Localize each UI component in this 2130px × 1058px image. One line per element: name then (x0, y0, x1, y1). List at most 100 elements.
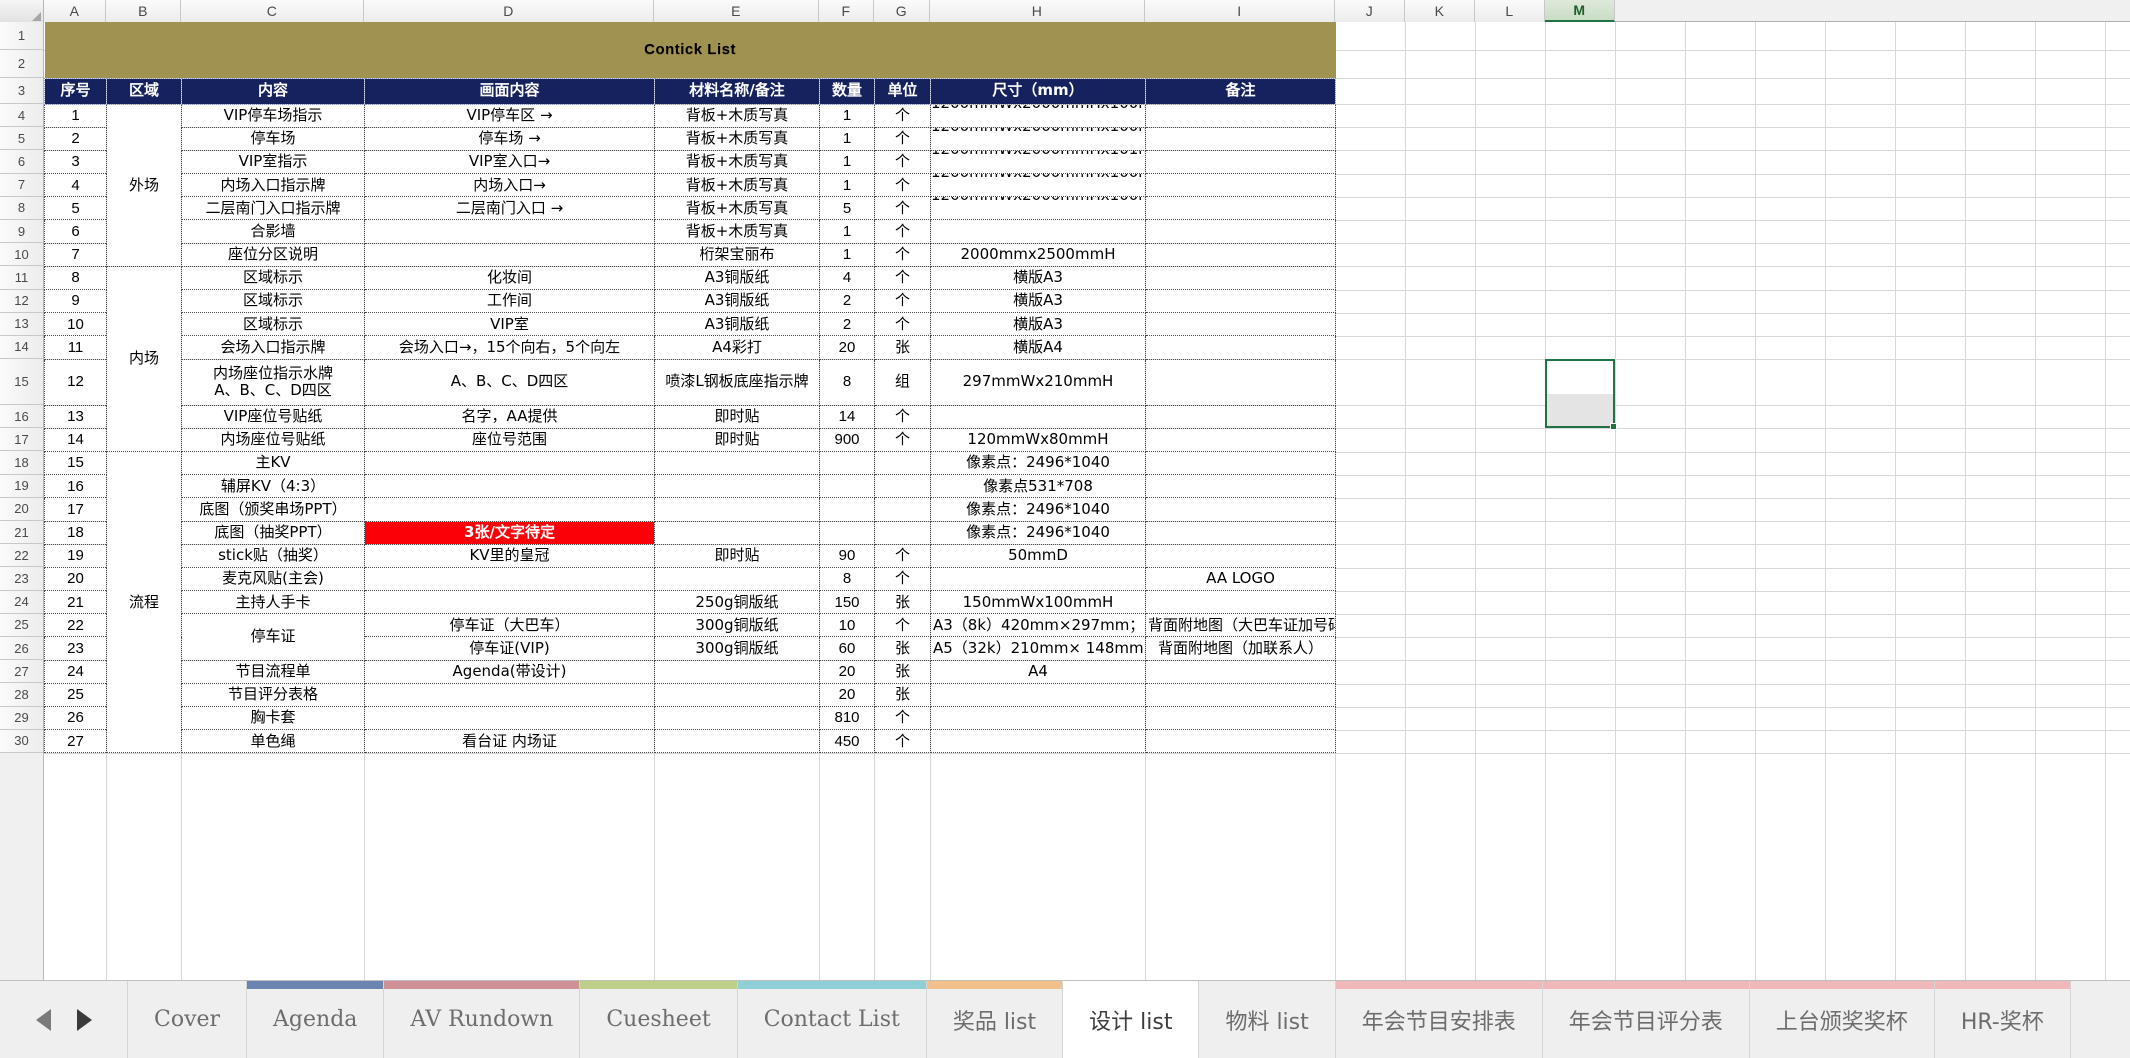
cell-size[interactable] (930, 682, 1146, 708)
cell-content[interactable]: 单色绳 (181, 729, 365, 754)
cell-size[interactable]: 50mmD (930, 543, 1146, 568)
cell-remark[interactable] (1144, 474, 1337, 499)
cell-material[interactable]: A3铜版纸 (654, 288, 820, 314)
table-row[interactable]: 4 内场入口指示牌内场入口→背板+木质写真1个1200mmWx2000mmHx10… (44, 173, 1337, 198)
sheet-tab-4[interactable]: Contact List (737, 981, 927, 1058)
cell-unit[interactable]: 个 (874, 566, 931, 592)
table-row[interactable]: 13 VIP座位号贴纸 名字，AA提供 即时贴 14 个 (44, 404, 1337, 429)
cell-remark[interactable] (1144, 196, 1337, 221)
cell-screen[interactable]: 工作间 (364, 288, 655, 314)
cell-screen[interactable]: KV里的皇冠 (364, 543, 655, 568)
sheet-tab-7[interactable]: 物料 list (1199, 981, 1336, 1058)
cell-remark[interactable] (1144, 173, 1337, 198)
cell-remark[interactable] (1144, 543, 1337, 568)
cell-no[interactable]: 6 (44, 219, 107, 244)
cell-area[interactable]: 内场 (106, 265, 182, 452)
cell-no[interactable]: 11 (44, 335, 107, 360)
cell-no[interactable]: 12 (44, 358, 107, 406)
row-header-17[interactable]: 17 (0, 428, 43, 452)
cell-qty[interactable] (819, 520, 875, 545)
cell-remark[interactable] (1144, 705, 1337, 731)
cell-no[interactable]: 16 (44, 474, 107, 499)
cell-material[interactable] (654, 497, 820, 522)
cell-unit[interactable]: 个 (874, 196, 931, 221)
cell-material[interactable]: 背板+木质写真 (654, 219, 820, 244)
cell-content[interactable]: 辅屏KV（4:3） (181, 474, 365, 499)
table-row[interactable]: 15 流程 主KV 像素点：2496*1040 (44, 450, 1337, 754)
cell-no[interactable]: 13 (44, 404, 107, 429)
table-row[interactable]: 5二层南门入口指示牌二层南门入口 →背板+木质写真5个1200mmWx2000m… (44, 196, 1337, 221)
cell-remark[interactable] (1144, 103, 1337, 128)
cell-remark[interactable] (1144, 219, 1337, 244)
cell-content[interactable]: 主持人手卡 (181, 590, 365, 615)
cell-qty[interactable]: 20 (819, 659, 875, 684)
cell-screen[interactable]: 会场入口→，15个向右，5个向左 (364, 335, 655, 360)
cell-qty[interactable]: 20 (819, 682, 875, 708)
table-row[interactable]: 3 VIP室指示VIP室入口→背板+木质写真1个1200mmWx2000mmHx1… (44, 149, 1337, 175)
sheet-tab-1[interactable]: Agenda (247, 981, 385, 1058)
table-row[interactable]: 24 节目流程单 Agenda(带设计) 20 张 A4 (44, 659, 1337, 684)
column-header-j[interactable]: J (1335, 0, 1405, 22)
cell-material[interactable] (654, 520, 820, 545)
row-header-28[interactable]: 28 (0, 683, 43, 707)
row-header-21[interactable]: 21 (0, 521, 43, 545)
cell-no[interactable]: 24 (44, 659, 107, 684)
cell-unit[interactable]: 个 (874, 543, 931, 568)
cell-unit[interactable]: 张 (874, 636, 931, 661)
row-header-23[interactable]: 23 (0, 567, 43, 591)
cell-qty[interactable]: 1 (819, 126, 875, 151)
cell-unit[interactable] (874, 497, 931, 522)
cell-size[interactable]: 1200mmWx2000mmHx100mmD (930, 196, 1146, 221)
cell-qty[interactable]: 810 (819, 705, 875, 731)
cell-qty[interactable]: 1 (819, 149, 875, 175)
cell-screen[interactable]: Agenda(带设计) (364, 659, 655, 684)
cell-screen[interactable] (364, 682, 655, 708)
cell-screen[interactable]: 座位号范围 (364, 427, 655, 452)
row-header-6[interactable]: 6 (0, 150, 43, 174)
cell-content[interactable]: 胸卡套 (181, 705, 365, 731)
cell-no[interactable]: 10 (44, 312, 107, 337)
row-header-25[interactable]: 25 (0, 613, 43, 637)
cell-remark[interactable]: AA LOGO (1144, 566, 1337, 592)
cell-unit[interactable]: 个 (874, 427, 931, 452)
cell-screen[interactable] (364, 705, 655, 731)
row-header-1[interactable]: 1 (0, 22, 43, 50)
cell-remark[interactable] (1144, 288, 1337, 314)
cell-screen[interactable]: 停车证（大巴车） (364, 613, 655, 638)
cell-no[interactable]: 1 (44, 103, 107, 128)
cell-remark[interactable] (1144, 404, 1337, 429)
cell-remark[interactable] (1144, 427, 1337, 452)
table-row[interactable]: 21 主持人手卡 250g铜版纸 150 张 150mmWx100mmH (44, 590, 1337, 615)
row-header-24[interactable]: 24 (0, 590, 43, 614)
cell-unit[interactable]: 个 (874, 729, 931, 754)
cell-unit[interactable]: 个 (874, 173, 931, 198)
column-header-i[interactable]: I (1145, 0, 1335, 22)
cell-area[interactable]: 流程 (106, 450, 182, 754)
cell-unit[interactable] (874, 474, 931, 499)
cell-no[interactable]: 5 (44, 196, 107, 221)
cell-remark[interactable] (1144, 242, 1337, 267)
cell-remark[interactable]: 背面附地图（加联系人） (1144, 636, 1337, 661)
cell-remark[interactable] (1144, 450, 1337, 476)
cell-material[interactable] (654, 450, 820, 476)
cell-screen[interactable] (364, 566, 655, 592)
cell-size[interactable]: 像素点531*708 (930, 474, 1146, 499)
cell-qty[interactable]: 60 (819, 636, 875, 661)
sheet-tab-9[interactable]: 年会节目评分表 (1542, 981, 1750, 1058)
cell-material[interactable]: 背板+木质写真 (654, 149, 820, 175)
table-row[interactable]: 27 单色绳 看台证 内场证 450 个 (44, 729, 1337, 754)
column-header-d[interactable]: D (364, 0, 654, 22)
cell-qty[interactable]: 4 (819, 265, 875, 291)
cell-screen[interactable] (364, 242, 655, 267)
cell-no[interactable]: 8 (44, 265, 107, 291)
select-all-corner[interactable] (0, 0, 44, 22)
cell-content[interactable]: 内场座位指示水牌 A、B、C、D四区 (181, 358, 365, 406)
cell-content[interactable]: VIP室指示 (181, 149, 365, 175)
cell-remark[interactable] (1144, 358, 1337, 406)
cell-qty[interactable] (819, 474, 875, 499)
cell-no[interactable]: 17 (44, 497, 107, 522)
cell-size[interactable]: 像素点：2496*1040 (930, 450, 1146, 476)
cell-remark[interactable] (1144, 682, 1337, 708)
table-row[interactable]: 26 胸卡套 810 个 (44, 705, 1337, 731)
cell-size[interactable] (930, 705, 1146, 731)
